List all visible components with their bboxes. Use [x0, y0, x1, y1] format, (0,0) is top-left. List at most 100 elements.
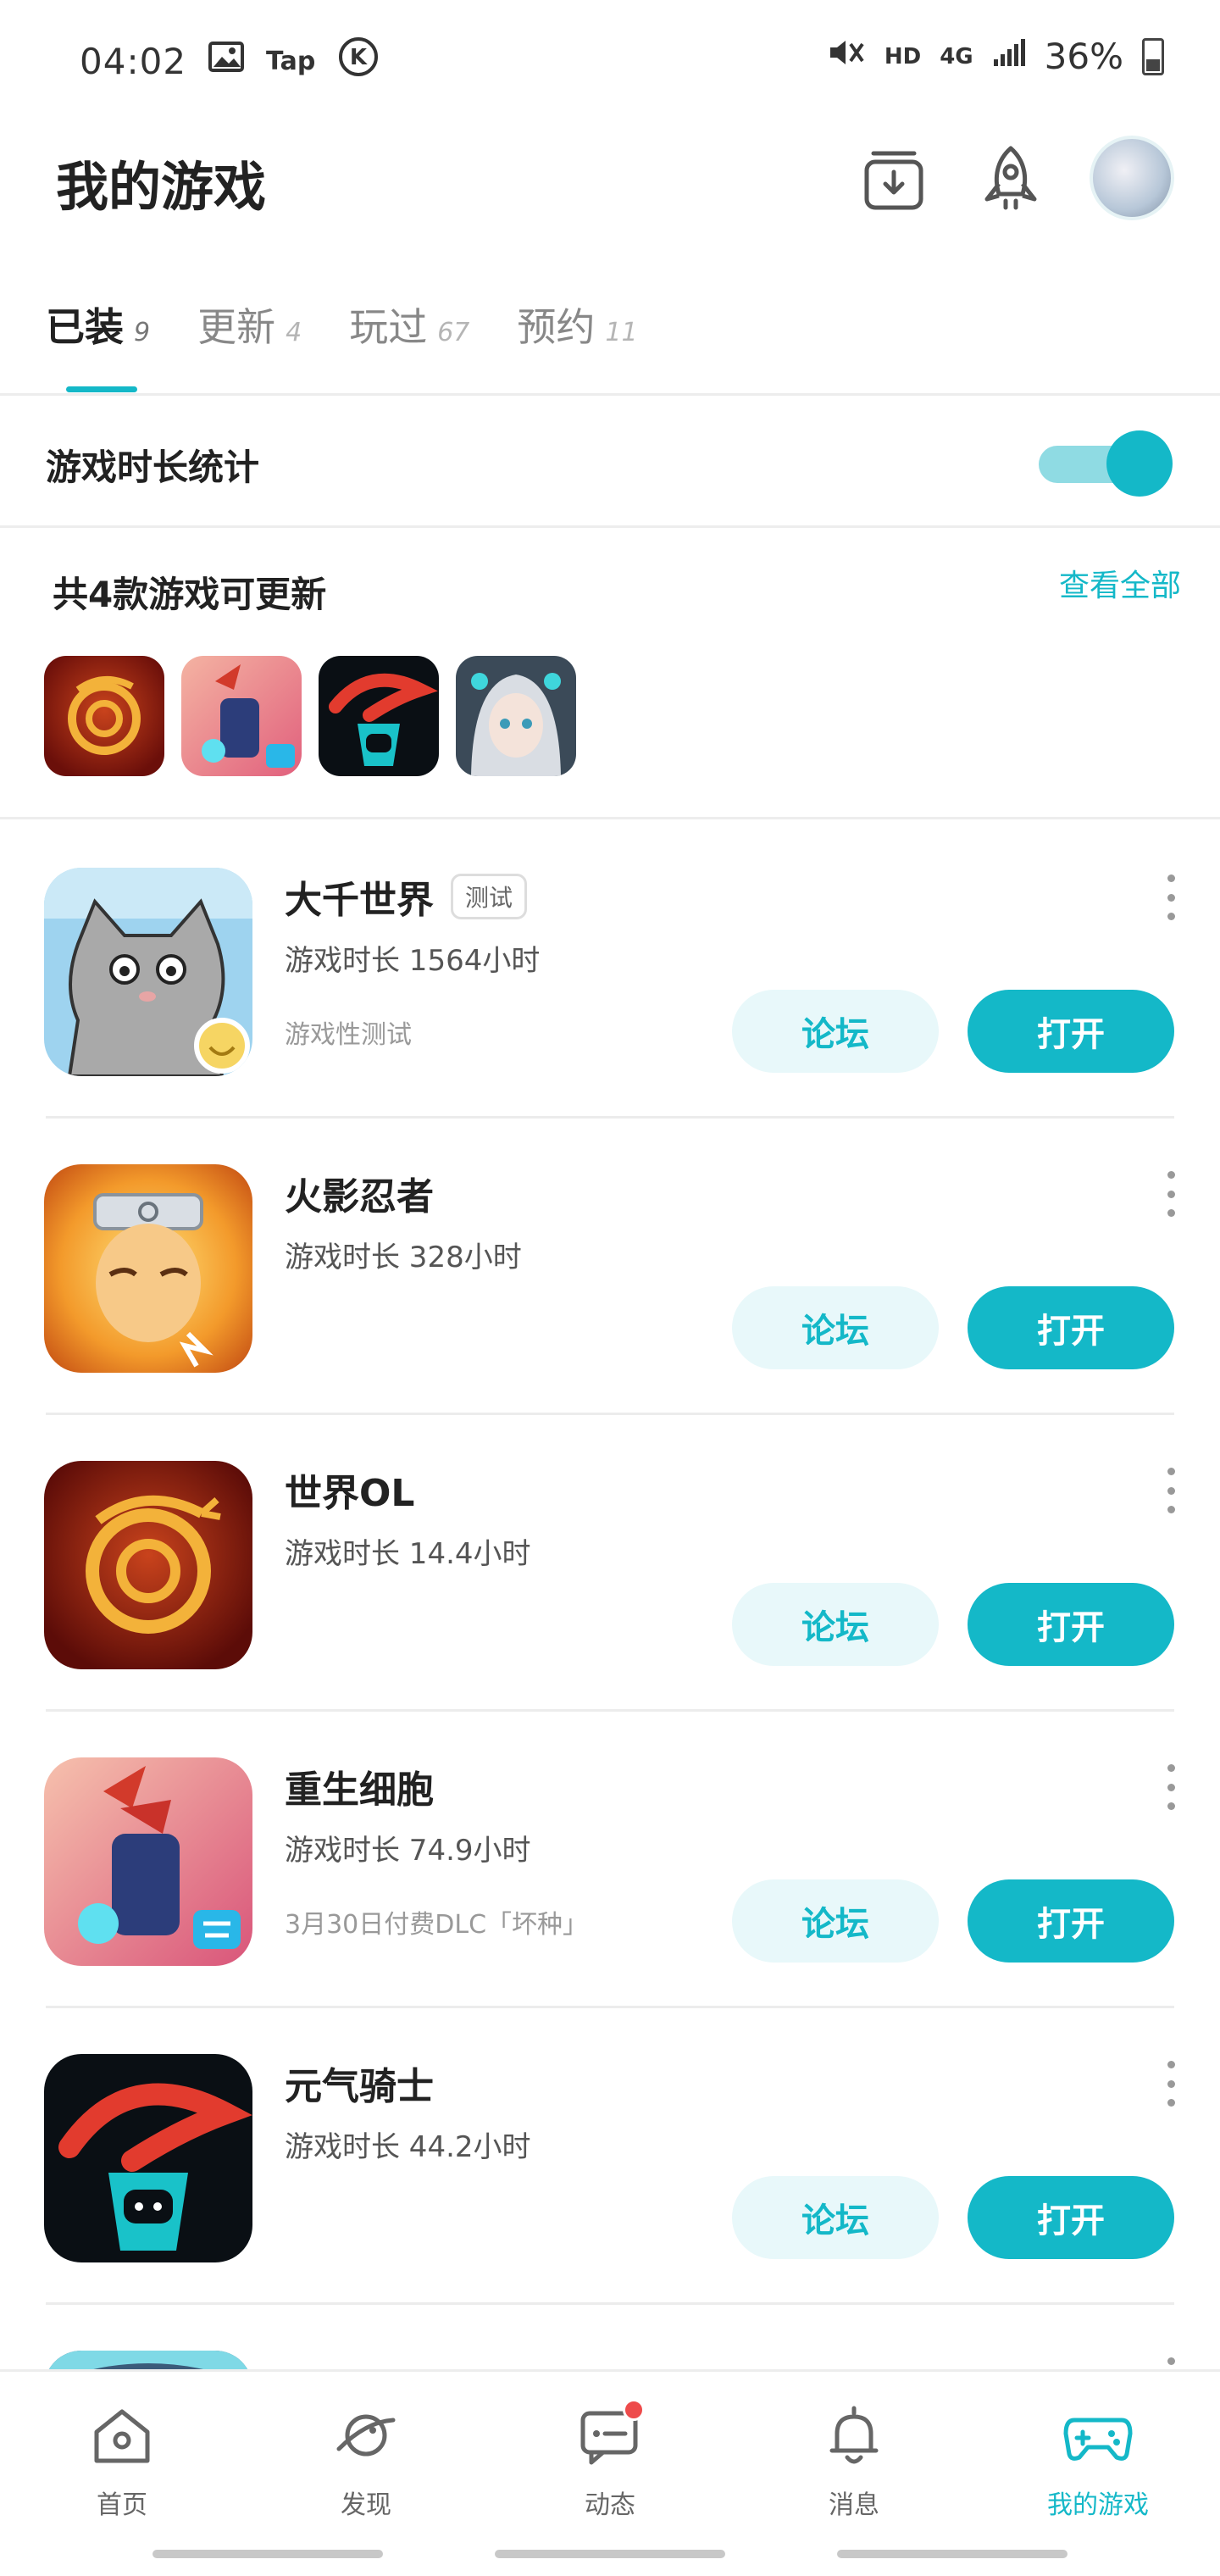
- more-options-icon[interactable]: [1162, 2061, 1179, 2107]
- game-playtime: 游戏时长 1564小时: [285, 944, 541, 978]
- update-icons-row: [44, 656, 576, 776]
- gesture-bar-right: [837, 2550, 1068, 2558]
- open-button[interactable]: 打开: [968, 1879, 1174, 1963]
- update-game-icon-dead-cells[interactable]: [181, 656, 302, 776]
- toggle-knob: [1106, 430, 1173, 497]
- game-name-text: 大千世界: [285, 879, 434, 922]
- tab-count: 67: [437, 318, 470, 347]
- signal-icon: [992, 37, 1026, 75]
- nav-messages[interactable]: 消息: [769, 2397, 939, 2524]
- update-game-icon-dragon[interactable]: [44, 656, 164, 776]
- forum-button[interactable]: 论坛: [732, 990, 939, 1073]
- download-manager-icon[interactable]: [857, 142, 930, 215]
- playtime-stats-toggle[interactable]: [1039, 430, 1173, 497]
- bottom-navigation: 首页 发现 动态 消息 我的游戏: [0, 2369, 1220, 2576]
- tab-updates[interactable]: 更新 4: [197, 297, 302, 353]
- user-avatar[interactable]: [1090, 136, 1174, 220]
- game-icon-naruto[interactable]: [44, 1164, 252, 1373]
- forum-button[interactable]: 论坛: [732, 2176, 939, 2259]
- more-options-icon[interactable]: [1162, 1468, 1179, 1513]
- page-title: 我的游戏: [56, 156, 267, 218]
- chat-icon: [572, 2397, 648, 2473]
- game-icon-cat[interactable]: [44, 868, 252, 1076]
- updates-title: 共4款游戏可更新: [53, 574, 327, 615]
- tab-count: 9: [134, 318, 151, 347]
- updates-divider: [0, 817, 1220, 819]
- nav-my-games[interactable]: 我的游戏: [1013, 2397, 1183, 2524]
- nav-label: 动态: [585, 2490, 635, 2520]
- hd-indicator: HD: [884, 43, 922, 69]
- open-button[interactable]: 打开: [968, 1583, 1174, 1666]
- status-right: HD 4G 36%: [827, 36, 1164, 77]
- game-playtime: 游戏时长 44.2小时: [285, 2130, 531, 2164]
- game-name: 元气骑士: [285, 2056, 434, 2110]
- test-badge: 测试: [451, 874, 528, 919]
- game-icon-dragon[interactable]: [44, 1461, 252, 1669]
- forum-button[interactable]: 论坛: [732, 1286, 939, 1369]
- tab-reserved[interactable]: 预约 11: [517, 297, 637, 353]
- more-options-icon[interactable]: [1162, 1764, 1179, 1810]
- rocket-boost-icon[interactable]: [974, 142, 1047, 215]
- game-name-text: 世界OL: [285, 1472, 415, 1515]
- open-button[interactable]: 打开: [968, 1286, 1174, 1369]
- nav-home[interactable]: 首页: [37, 2397, 207, 2524]
- tab-count: 11: [605, 318, 638, 347]
- tab-label: 玩过: [349, 304, 428, 350]
- gamepad-icon: [1060, 2397, 1136, 2473]
- tab-played[interactable]: 玩过 67: [349, 297, 469, 353]
- update-game-icon-soul-knight[interactable]: [319, 656, 439, 776]
- tab-bar: 已装 9 更新 4 玩过 67 预约 11: [46, 297, 638, 353]
- notification-dot: [623, 2399, 645, 2421]
- home-icon: [84, 2397, 160, 2473]
- game-item-world-ol[interactable]: 世界OL 游戏时长 14.4小时 论坛 打开: [0, 1415, 1220, 1712]
- tab-count: 4: [286, 318, 302, 347]
- game-item-dqsj[interactable]: 大千世界 测试 游戏时长 1564小时 游戏性测试 论坛 打开: [0, 822, 1220, 1119]
- update-game-icon-anime-girl[interactable]: [456, 656, 576, 776]
- nav-feed[interactable]: 动态: [525, 2397, 695, 2524]
- game-item-naruto[interactable]: 火影忍者 游戏时长 328小时 论坛 打开: [0, 1119, 1220, 1415]
- forum-button[interactable]: 论坛: [732, 1879, 939, 1963]
- tab-label: 预约: [517, 304, 596, 350]
- gallery-icon: [208, 42, 245, 80]
- game-note: 3月30日付费DLC「坏种」: [285, 1910, 589, 1940]
- game-icon-soul-knight[interactable]: [44, 2054, 252, 2262]
- game-item-soul-knight[interactable]: 元气骑士 游戏时长 44.2小时 论坛 打开: [0, 2008, 1220, 2305]
- open-button[interactable]: 打开: [968, 2176, 1174, 2259]
- game-name: 重生细胞: [285, 1759, 434, 1813]
- forum-button[interactable]: 论坛: [732, 1583, 939, 1666]
- view-all-link[interactable]: 查看全部: [1059, 561, 1181, 605]
- tab-installed[interactable]: 已装 9: [46, 297, 150, 353]
- vibrate-mute-icon: [827, 36, 866, 77]
- k-app-icon: K: [337, 36, 380, 86]
- tab-label: 更新: [197, 304, 276, 350]
- header: 我的游戏: [0, 127, 1220, 229]
- game-item-dead-cells[interactable]: 重生细胞 游戏时长 74.9小时 3月30日付费DLC「坏种」 论坛 打开: [0, 1712, 1220, 2008]
- k-letter: K: [350, 45, 368, 70]
- more-options-icon[interactable]: [1162, 874, 1179, 920]
- game-name: 火影忍者: [285, 1166, 434, 1220]
- gesture-bar-left: [152, 2550, 383, 2558]
- network-type: 4G: [940, 43, 973, 69]
- nav-label: 发现: [341, 2490, 391, 2520]
- bell-icon: [816, 2397, 892, 2473]
- playtime-stats-row: 游戏时长统计: [0, 398, 1220, 525]
- game-playtime: 游戏时长 14.4小时: [285, 1537, 531, 1571]
- game-name: 世界OL: [285, 1463, 414, 1517]
- status-left: 04:02 Tap K: [80, 36, 380, 86]
- nav-label: 我的游戏: [1047, 2490, 1149, 2520]
- tabs-divider: [0, 393, 1220, 396]
- game-icon-dead-cells[interactable]: [44, 1757, 252, 1966]
- nav-discover[interactable]: 发现: [281, 2397, 451, 2524]
- playtime-stats-label: 游戏时长统计: [46, 447, 260, 488]
- tap-app-icon: Tap: [266, 46, 316, 76]
- more-options-icon[interactable]: [1162, 1171, 1179, 1217]
- status-bar: 04:02 Tap K HD 4G 36%: [0, 0, 1220, 110]
- open-button[interactable]: 打开: [968, 990, 1174, 1073]
- status-time: 04:02: [80, 40, 187, 82]
- battery-percent: 36%: [1044, 36, 1123, 77]
- updates-section: 共4款游戏可更新 查看全部: [0, 529, 1220, 817]
- game-note: 游戏性测试: [285, 1020, 412, 1050]
- game-playtime: 游戏时长 328小时: [285, 1241, 522, 1274]
- tab-label: 已装: [46, 304, 124, 350]
- nav-label: 首页: [97, 2490, 147, 2520]
